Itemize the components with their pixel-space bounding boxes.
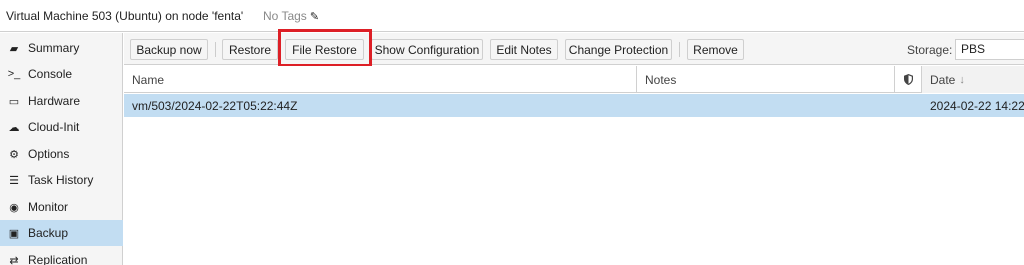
column-header-name[interactable]: Name	[124, 66, 637, 93]
pencil-icon[interactable]: ✎	[310, 10, 319, 23]
sidebar-item-label: Hardware	[28, 94, 81, 108]
column-header-protected[interactable]	[895, 66, 922, 93]
backup-toolbar: Backup now Restore File Restore Show Con…	[124, 33, 1024, 65]
sidebar: ▰ Summary >_ Console ▭ Hardware ☁ Cloud-…	[0, 33, 123, 265]
cell-date: 2024-02-22 14:22:	[930, 98, 1024, 113]
file-restore-highlight	[278, 29, 372, 67]
book-icon: ▰	[9, 42, 19, 55]
sidebar-item-console[interactable]: >_ Console	[0, 61, 123, 87]
cloud-icon: ☁	[8, 121, 20, 134]
shield-icon	[903, 74, 913, 85]
gear-icon: ⚙	[9, 148, 19, 161]
list-icon: ☰	[9, 174, 19, 187]
sidebar-item-backup[interactable]: ▣ Backup	[0, 220, 123, 246]
sidebar-item-label: Summary	[28, 41, 80, 55]
column-header-label: Notes	[645, 72, 677, 87]
sidebar-item-replication[interactable]: ⇄ Replication	[0, 247, 123, 265]
terminal-icon: >_	[7, 68, 21, 80]
backup-now-button[interactable]: Backup now	[130, 39, 208, 60]
floppy-icon: ▣	[8, 227, 20, 240]
toolbar-divider	[679, 42, 680, 57]
storage-label: Storage:	[907, 43, 953, 57]
arrow-down-icon: ↓	[959, 73, 965, 86]
backup-grid: Name Notes Date ↓ vm/503/2024-02-22T05:2…	[124, 66, 1024, 265]
table-row[interactable]: vm/503/2024-02-22T05:22:44Z 2024-02-22 1…	[124, 94, 1024, 117]
change-protection-button[interactable]: Change Protection	[565, 39, 672, 60]
sidebar-item-monitor[interactable]: ◉ Monitor	[0, 194, 123, 220]
eye-icon: ◉	[9, 201, 19, 214]
sidebar-item-options[interactable]: ⚙ Options	[0, 141, 123, 167]
sidebar-item-label: Monitor	[28, 200, 69, 214]
column-header-label: Date	[930, 72, 956, 87]
sidebar-item-task-history[interactable]: ☰ Task History	[0, 167, 123, 193]
sidebar-item-hardware[interactable]: ▭ Hardware	[0, 88, 123, 114]
toolbar-divider	[215, 42, 216, 57]
cell-notes	[637, 94, 895, 117]
tags-area[interactable]: No Tags ✎	[263, 9, 319, 23]
grid-header: Name Notes Date ↓	[124, 66, 1024, 93]
edit-notes-button[interactable]: Edit Notes	[490, 39, 558, 60]
monitor-icon: ▭	[8, 95, 20, 108]
panel-header: Virtual Machine 503 (Ubuntu) on node 'fe…	[0, 0, 1024, 32]
remove-button[interactable]: Remove	[687, 39, 744, 60]
page-title: Virtual Machine 503 (Ubuntu) on node 'fe…	[6, 9, 244, 23]
storage-select[interactable]: PBS	[955, 39, 1024, 60]
sidebar-item-label: Cloud-Init	[28, 120, 80, 134]
sidebar-item-cloud-init[interactable]: ☁ Cloud-Init	[0, 114, 123, 140]
cell-name: vm/503/2024-02-22T05:22:44Z	[132, 98, 298, 113]
sidebar-item-summary[interactable]: ▰ Summary	[0, 35, 123, 61]
column-header-date[interactable]: Date ↓	[922, 66, 1024, 93]
show-configuration-button[interactable]: Show Configuration	[371, 39, 483, 60]
sidebar-item-label: Replication	[28, 253, 88, 265]
tags-label: No Tags	[263, 9, 307, 23]
retweet-icon: ⇄	[9, 254, 19, 265]
sidebar-item-label: Task History	[28, 173, 94, 187]
restore-button[interactable]: Restore	[222, 39, 278, 60]
column-header-label: Name	[132, 72, 165, 87]
sidebar-item-label: Options	[28, 147, 70, 161]
column-header-notes[interactable]: Notes	[637, 66, 895, 93]
sidebar-item-label: Console	[28, 67, 73, 81]
sidebar-item-label: Backup	[28, 226, 69, 240]
